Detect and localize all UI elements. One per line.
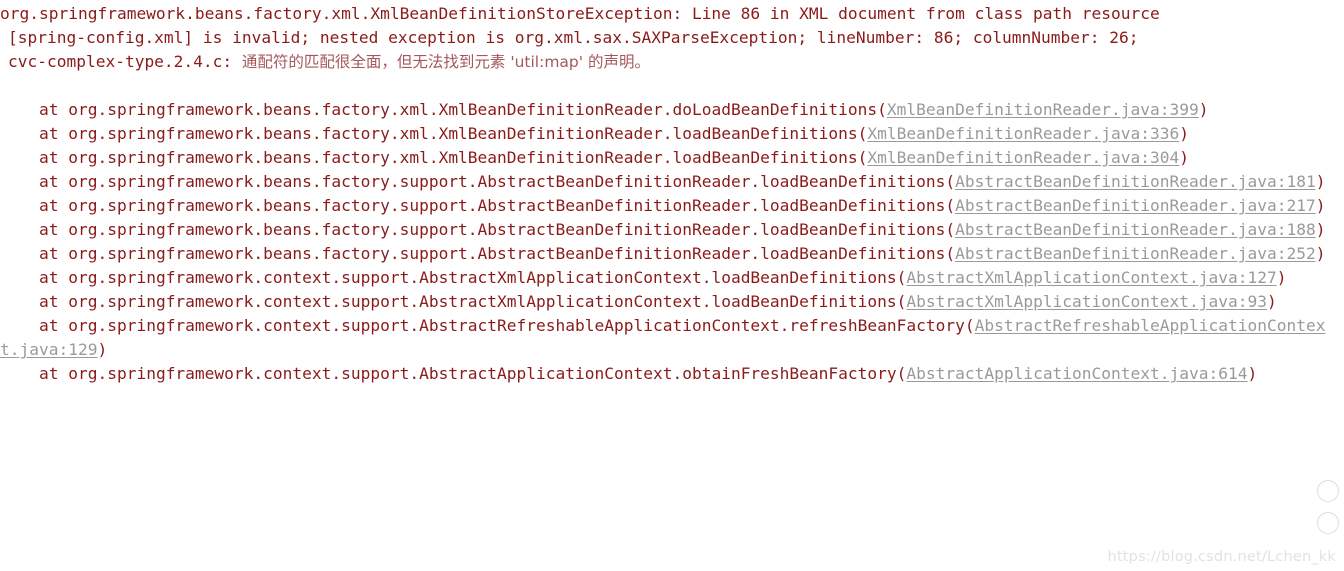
- stack-frame-open-paren: (: [896, 364, 907, 383]
- stack-frame-close-paren: ): [1247, 364, 1258, 383]
- stack-frame-method: org.springframework.beans.factory.xml.Xm…: [68, 124, 858, 143]
- stack-frame: at org.springframework.beans.factory.sup…: [0, 242, 1344, 266]
- watermark: https://blog.csdn.net/Lchen_kk: [1107, 549, 1336, 565]
- stack-frame-open-paren: (: [945, 220, 956, 239]
- stack-frame-open-paren: (: [896, 292, 907, 311]
- stack-frame-at: at: [0, 148, 69, 167]
- stack-frame-method: org.springframework.beans.factory.suppor…: [68, 220, 946, 239]
- stack-frame-at: at: [0, 124, 69, 143]
- stack-frame-method: org.springframework.beans.factory.suppor…: [68, 244, 946, 263]
- stack-frame-close-paren: ): [1315, 244, 1326, 263]
- stack-frame-open-paren: (: [964, 316, 975, 335]
- stack-frame-method: org.springframework.context.support.Abst…: [68, 268, 897, 287]
- stack-frame-source-link[interactable]: AbstractBeanDefinitionReader.java:188: [955, 220, 1316, 239]
- exception-header-line-1: org.springframework.beans.factory.xml.Xm…: [0, 4, 1160, 23]
- stack-frame-close-paren: ): [1266, 292, 1277, 311]
- stack-frame: at org.springframework.beans.factory.sup…: [0, 194, 1344, 218]
- stack-frame: at org.springframework.context.support.A…: [0, 314, 1344, 362]
- stack-frame-open-paren: (: [945, 244, 956, 263]
- stack-frame-open-paren: (: [945, 196, 956, 215]
- stack-frame: at org.springframework.beans.factory.sup…: [0, 218, 1344, 242]
- exception-header-line-3: cvc-complex-type.2.4.c: 通配符的匹配很全面，但无法找到元…: [0, 50, 1344, 74]
- stack-frame-open-paren: (: [857, 148, 868, 167]
- stack-frame-close-paren: ): [1315, 196, 1326, 215]
- stack-frame-method: org.springframework.context.support.Abst…: [68, 316, 965, 335]
- stack-trace-console: org.springframework.beans.factory.xml.Xm…: [0, 0, 1344, 571]
- stack-frame-method: org.springframework.beans.factory.suppor…: [68, 196, 946, 215]
- stack-frame-source-link[interactable]: AbstractApplicationContext.java:614: [906, 364, 1247, 383]
- stack-frame-source-link[interactable]: AbstractBeanDefinitionReader.java:217: [955, 196, 1316, 215]
- stack-frame-close-paren: ): [1179, 124, 1190, 143]
- stack-frame-at: at: [0, 196, 69, 215]
- stack-frame-at: at: [0, 364, 69, 383]
- stack-frame-at: at: [0, 268, 69, 287]
- stack-frame: at org.springframework.beans.factory.xml…: [0, 146, 1344, 170]
- stack-frame-source-link[interactable]: AbstractXmlApplicationContext.java:93: [906, 292, 1267, 311]
- stack-frame: at org.springframework.context.support.A…: [0, 266, 1344, 290]
- stack-frame-source-link[interactable]: AbstractXmlApplicationContext.java:127: [906, 268, 1276, 287]
- stack-frame-source-link[interactable]: XmlBeanDefinitionReader.java:399: [887, 100, 1199, 119]
- stack-frame-close-paren: ): [1315, 172, 1326, 191]
- stack-frame-method: org.springframework.beans.factory.suppor…: [68, 172, 946, 191]
- stack-frame-at: at: [0, 316, 69, 335]
- stack-frame-open-paren: (: [896, 268, 907, 287]
- exception-error-code: cvc-complex-type.2.4.c:: [8, 52, 242, 71]
- stack-frame-close-paren: ): [1276, 268, 1287, 287]
- stack-frame-at: at: [0, 292, 69, 311]
- stack-frame-open-paren: (: [945, 172, 956, 191]
- stack-frame-method: org.springframework.beans.factory.xml.Xm…: [68, 100, 878, 119]
- stack-frame: at org.springframework.context.support.A…: [0, 362, 1344, 386]
- stack-frame-source-link[interactable]: AbstractBeanDefinitionReader.java:252: [955, 244, 1316, 263]
- stack-frame: at org.springframework.beans.factory.xml…: [0, 122, 1344, 146]
- stack-frame-method: org.springframework.beans.factory.xml.Xm…: [68, 148, 858, 167]
- stack-frame: at org.springframework.beans.factory.sup…: [0, 170, 1344, 194]
- edge-partial-icons: [1317, 480, 1343, 544]
- exception-header-line-2: [spring-config.xml] is invalid; nested e…: [8, 28, 1139, 47]
- stack-frame: at org.springframework.context.support.A…: [0, 290, 1344, 314]
- stack-frame-close-paren: ): [1198, 100, 1209, 119]
- stack-frame-source-link[interactable]: XmlBeanDefinitionReader.java:336: [867, 124, 1179, 143]
- exception-header: org.springframework.beans.factory.xml.Xm…: [0, 2, 1344, 74]
- exception-message-cjk: 通配符的匹配很全面，但无法找到元素 'util:map' 的声明。: [241, 53, 650, 71]
- stack-frame-at: at: [0, 172, 69, 191]
- circle-icon: [1317, 512, 1339, 534]
- stack-frame-open-paren: (: [857, 124, 868, 143]
- stack-frame: at org.springframework.beans.factory.xml…: [0, 98, 1344, 122]
- stack-frame-at: at: [0, 220, 69, 239]
- exception-stack-trace: org.springframework.beans.factory.xml.Xm…: [0, 2, 1344, 386]
- stack-frame-method: org.springframework.context.support.Abst…: [68, 292, 897, 311]
- stack-frame-method: org.springframework.context.support.Abst…: [68, 364, 897, 383]
- stack-frame-close-paren: ): [97, 340, 108, 359]
- stack-frame-source-link[interactable]: XmlBeanDefinitionReader.java:304: [867, 148, 1179, 167]
- stack-frame-close-paren: ): [1179, 148, 1190, 167]
- stack-frame-at: at: [0, 244, 69, 263]
- stack-frame-open-paren: (: [877, 100, 887, 119]
- stack-frame-source-link[interactable]: AbstractBeanDefinitionReader.java:181: [955, 172, 1316, 191]
- stack-frame-close-paren: ): [1315, 220, 1326, 239]
- circle-icon: [1317, 480, 1339, 502]
- stack-frame-at: at: [0, 100, 69, 119]
